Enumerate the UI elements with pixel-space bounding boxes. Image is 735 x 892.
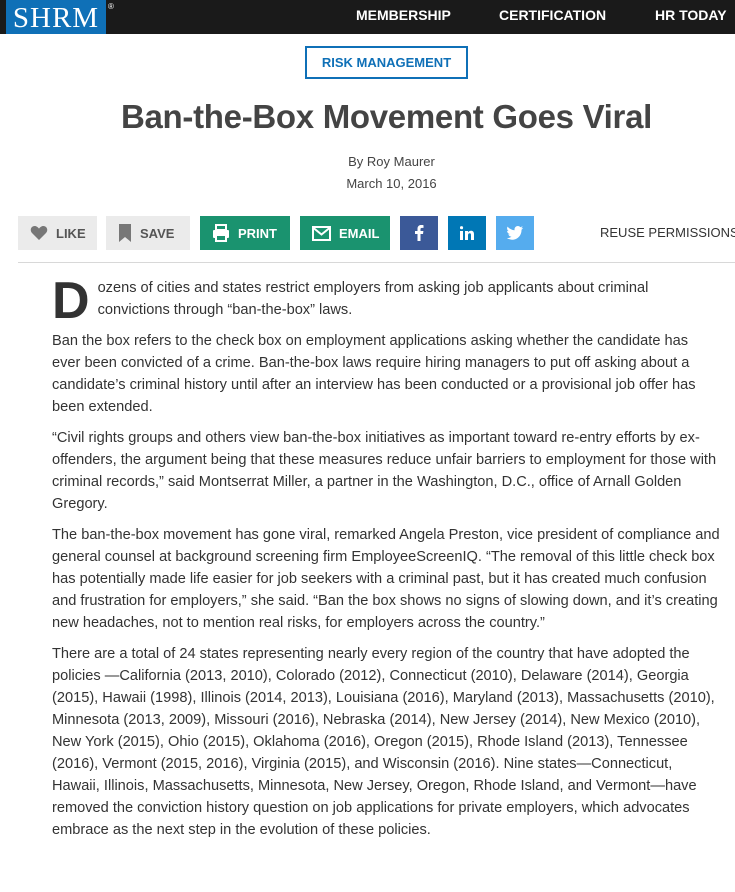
nav-certification[interactable]: CERTIFICATION (499, 0, 606, 34)
like-button[interactable]: LIKE (18, 216, 97, 250)
facebook-icon (414, 225, 424, 241)
twitter-share-button[interactable] (496, 216, 534, 250)
heart-icon (30, 225, 48, 241)
article-paragraph: “Civil rights groups and others view ban… (52, 430, 717, 512)
logo-text: SHRM (6, 0, 106, 34)
facebook-share-button[interactable] (400, 216, 438, 250)
reuse-permissions-link[interactable]: REUSE PERMISSIONS (600, 216, 735, 250)
bookmark-icon (118, 224, 132, 242)
paragraph-text: ozens of cities and states restrict empl… (97, 280, 649, 318)
registered-mark: ® (108, 2, 114, 11)
top-navigation-bar: SHRM ® MEMBERSHIP CERTIFICATION HR TODAY (0, 0, 735, 34)
linkedin-share-button[interactable] (448, 216, 486, 250)
envelope-icon (312, 225, 331, 241)
article-byline: By Roy Maurer (348, 154, 435, 169)
nav-hr-today[interactable]: HR TODAY (655, 0, 727, 34)
article-paragraph: Dozens of cities and states restrict emp… (52, 272, 720, 330)
save-button[interactable]: SAVE (106, 216, 190, 250)
nav-membership[interactable]: MEMBERSHIP (356, 0, 451, 34)
email-label: EMAIL (339, 225, 380, 241)
article-paragraph: Ban the box refers to the check box on e… (52, 333, 696, 415)
article-date: March 10, 2016 (346, 176, 437, 191)
divider (18, 262, 735, 263)
article-paragraph: There are a total of 24 states represent… (52, 646, 715, 838)
twitter-icon (507, 226, 523, 240)
category-tag[interactable]: RISK MANAGEMENT (305, 46, 468, 79)
like-label: LIKE (56, 225, 86, 241)
print-label: PRINT (238, 225, 277, 241)
print-button[interactable]: PRINT (200, 216, 290, 250)
article-paragraph: The ban-the-box movement has gone viral,… (52, 527, 720, 631)
drop-cap: D (52, 272, 90, 330)
linkedin-icon (460, 226, 474, 240)
article-body: Dozens of cities and states restrict emp… (52, 272, 720, 850)
printer-icon (212, 224, 230, 242)
article-title: Ban-the-Box Movement Goes Viral (120, 98, 653, 135)
email-button[interactable]: EMAIL (300, 216, 390, 250)
shrm-logo[interactable]: SHRM ® (6, 0, 114, 34)
save-label: SAVE (140, 225, 175, 241)
